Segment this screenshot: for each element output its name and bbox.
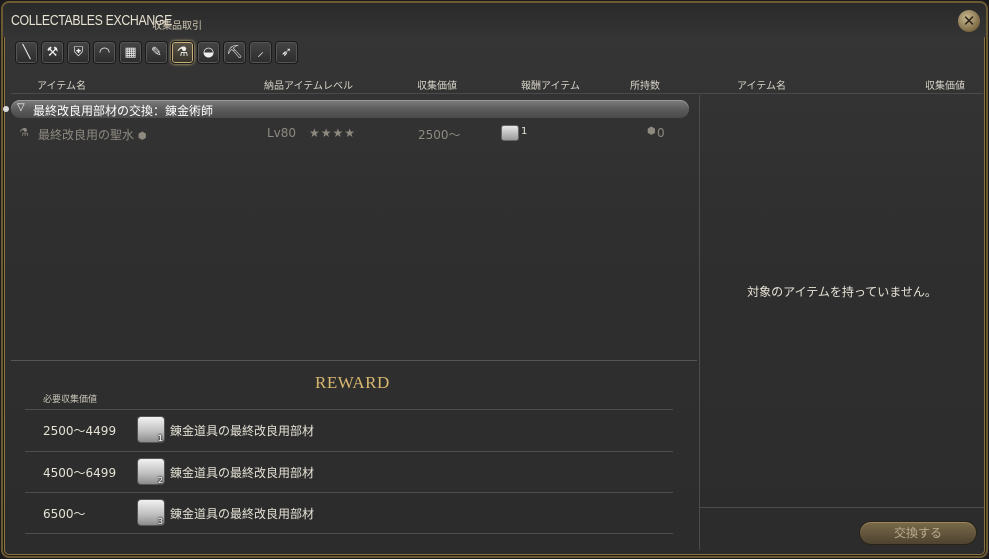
- goldsmith-icon[interactable]: ◠: [93, 41, 116, 64]
- job-category-tabs: ╲ ⚒ ⛨ ◠ ▦ ✎ ⚗ ◒ ⛏ ⸝ ➶: [15, 41, 298, 65]
- reward-divider: [11, 360, 697, 361]
- reward-item-icon[interactable]: 2: [137, 458, 165, 485]
- group-label: 最終改良用部材の交換：錬金術師: [33, 104, 214, 118]
- window-title: COLLECTABLES EXCHANGE: [11, 12, 173, 29]
- right-divider: [700, 507, 984, 508]
- item-stars: ★★★★: [309, 126, 357, 140]
- reward-row: 4500～6499 2 錬金道具の最終改良用部材: [25, 452, 673, 492]
- reward-row: 6500～ 3 錬金道具の最終改良用部材: [25, 493, 673, 533]
- item-list: ▽ 最終改良用部材の交換：錬金術師 ⚗ 最終改良用の聖水 ⬢ Lv80 ★★★★…: [3, 95, 699, 357]
- header-divider: [11, 93, 983, 94]
- required-value-label: 必要収集価値: [43, 395, 98, 405]
- col-value: 収集価値: [417, 81, 457, 92]
- owned-count: 0: [657, 126, 665, 140]
- reward-item-name: 錬金道具の最終改良用部材: [170, 507, 315, 521]
- col-owned: 所持数: [630, 81, 660, 92]
- reward-item-name: 錬金道具の最終改良用部材: [170, 466, 315, 480]
- empty-message: 対象のアイテムを持っていません。: [747, 285, 937, 299]
- owned-icon: ⬢: [647, 126, 656, 137]
- culinarian-icon[interactable]: ◒: [197, 41, 220, 64]
- reward-range: 4500～6499: [43, 466, 117, 480]
- close-icon[interactable]: ✕: [958, 10, 980, 32]
- exchange-button[interactable]: 交換する: [859, 521, 977, 545]
- leatherworker-icon[interactable]: ▦: [119, 41, 142, 64]
- right-panel: 対象のアイテムを持っていません。: [699, 95, 984, 550]
- armorer-icon[interactable]: ⛨: [67, 41, 90, 64]
- reward-item-icon[interactable]: [501, 125, 519, 141]
- fisher-icon[interactable]: ➶: [275, 41, 298, 64]
- reward-count: 1: [521, 126, 528, 137]
- col-item-name: アイテム名: [37, 81, 86, 92]
- reward-range: 2500～4499: [43, 424, 117, 438]
- cursor-dot: [3, 106, 9, 112]
- item-value: 2500～: [418, 128, 461, 142]
- collectables-exchange-window: COLLECTABLES EXCHANGE 収集品取引 ✕ ╲ ⚒ ⛨ ◠ ▦ …: [1, 1, 988, 558]
- reward-rule: [25, 533, 673, 534]
- reward-title: REWARD: [315, 373, 390, 392]
- alchemist-icon[interactable]: ⚗: [171, 41, 194, 64]
- list-item[interactable]: ⚗ 最終改良用の聖水 ⬢ Lv80 ★★★★ 2500～ 1 ⬢ 0: [11, 123, 691, 143]
- col-reward: 報酬アイテム: [521, 81, 580, 92]
- blacksmith-icon[interactable]: ⚒: [41, 41, 64, 64]
- collectable-icon: ⬢: [137, 131, 147, 142]
- reward-qty: 3: [157, 517, 163, 526]
- reward-row: 2500～4499 1 錬金道具の最終改良用部材: [25, 410, 673, 450]
- carpenter-icon[interactable]: ╲: [15, 41, 38, 64]
- group-header[interactable]: ▽ 最終改良用部材の交換：錬金術師: [11, 100, 689, 118]
- col-level: 納品アイテムレベル: [264, 81, 353, 92]
- reward-item-name: 錬金道具の最終改良用部材: [170, 424, 315, 438]
- reward-qty: 1: [157, 434, 163, 443]
- window-subtitle: 収集品取引: [152, 21, 202, 32]
- alchemist-icon: ⚗: [19, 126, 29, 139]
- botanist-icon[interactable]: ⸝: [249, 41, 272, 64]
- item-level: Lv80: [267, 126, 297, 140]
- title-bar: COLLECTABLES EXCHANGE 収集品取引 ✕: [3, 3, 986, 37]
- reward-range: 6500～: [43, 507, 86, 521]
- chevron-down-icon: ▽: [17, 102, 25, 113]
- reward-item-icon[interactable]: 1: [137, 416, 165, 443]
- item-name: 最終改良用の聖水 ⬢: [38, 128, 147, 142]
- miner-icon[interactable]: ⛏: [223, 41, 246, 64]
- col-right-item-name: アイテム名: [737, 81, 786, 92]
- reward-item-icon[interactable]: 3: [137, 499, 165, 526]
- reward-qty: 2: [157, 476, 163, 485]
- weaver-icon[interactable]: ✎: [145, 41, 168, 64]
- col-right-value: 収集価値: [925, 81, 965, 92]
